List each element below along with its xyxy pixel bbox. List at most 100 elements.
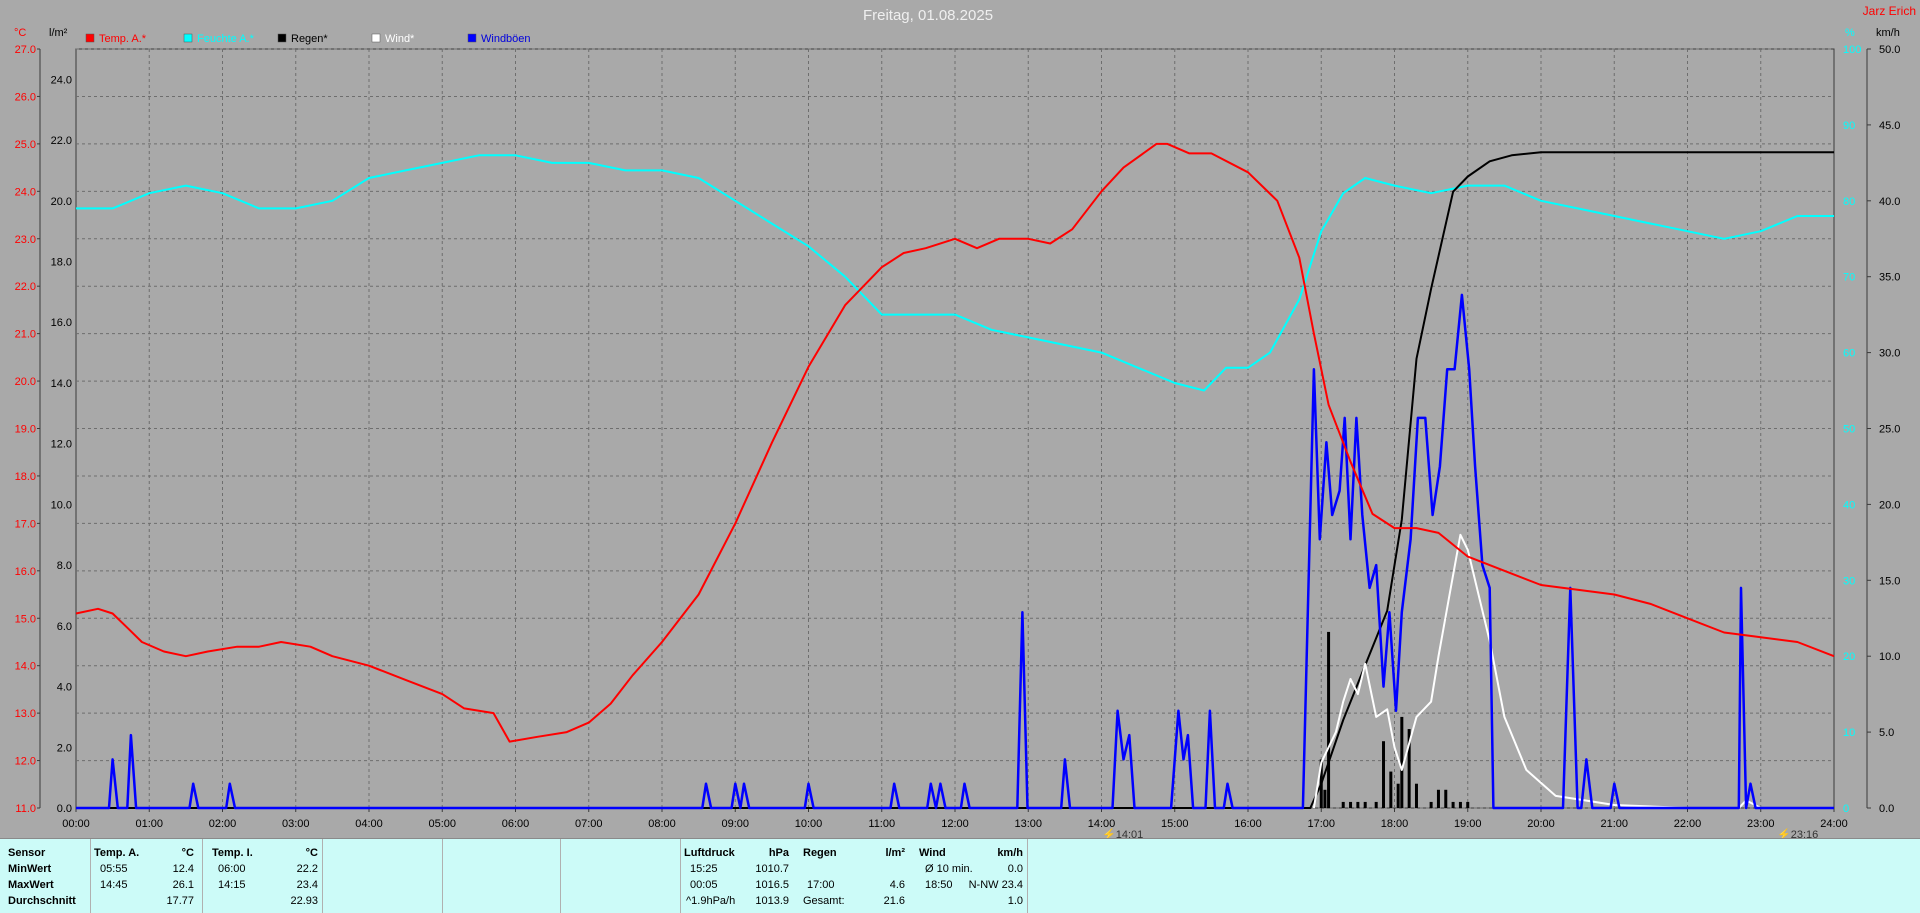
humidity-tick-label: 70 [1843,272,1855,284]
wind-tick-label: 35.0 [1879,272,1900,284]
wind-axis-unit: km/h [1876,27,1900,39]
rain-interval-bar [1389,771,1393,808]
wind-tick-label: 50.0 [1879,44,1900,56]
temp-i-unit: °C [305,847,318,859]
x-tick-label: 12:00 [941,818,969,830]
humidity-tick-label: 50 [1843,424,1855,436]
humidity-tick-label: 60 [1843,348,1855,360]
x-tick-label: 17:00 [1307,818,1335,830]
wind-tick-label: 10.0 [1879,651,1900,663]
temp-tick-label: 19.0 [15,424,36,436]
temp-i-max: 23.4 [296,879,318,891]
rain-tick-label: 8.0 [57,560,72,572]
x-tick-label: 00:00 [62,818,90,830]
legend-swatch [467,33,477,43]
stats-rain: Regen l/m² 17:00 4.6 Gesamt: 21.6 [797,839,910,913]
wind-avg10: 0.0 [1007,863,1023,875]
x-tick-label: 06:00 [502,818,530,830]
rain-interval-bar [1363,801,1367,808]
rain-tick-label: 6.0 [57,621,72,633]
rain-total-label: Gesamt: [803,895,845,907]
wind-tick-label: 30.0 [1879,348,1900,360]
rain-interval-bar [1382,741,1386,808]
rain-total: 21.6 [883,895,905,907]
temp-axis-unit: °C [14,27,26,39]
rain-tick-label: 20.0 [51,196,72,208]
statistics-panel: Sensor MinWert MaxWert Durchschnitt Temp… [0,838,1920,913]
rain-tick-label: 10.0 [51,499,72,511]
x-tick-label: 02:00 [209,818,237,830]
rain-interval-bar [1458,801,1462,808]
x-tick-label: 22:00 [1674,818,1702,830]
pressure-min: 1010.7 [755,863,789,875]
temp-tick-label: 27.0 [15,44,36,56]
x-tick-label: 23:00 [1747,818,1775,830]
stats-empty-2 [442,839,561,913]
temp-i-label: Temp. I. [212,847,253,859]
x-tick-label: 19:00 [1454,818,1482,830]
legend-label: Windböen [481,33,531,45]
chart-title: Freitag, 01.08.2025 [863,7,993,24]
row-label-max: MaxWert [8,879,54,891]
legend-swatch [85,33,95,43]
temp-tick-label: 18.0 [15,471,36,483]
marker-label-1: ⚡14:01 [1102,828,1143,838]
stats-temp-i: Temp. I. °C 06:00 22.2 14:15 23.4 22.93 [202,839,323,913]
stats-wind: Wind km/h Ø 10 min. 0.0 18:50 N-NW 23.4 … [909,839,1028,913]
rain-interval-bar [1323,789,1327,808]
rain-interval-bar [1374,801,1378,808]
rain-label: Regen [803,847,837,859]
pressure-trend: ^1.9hPa/h [686,895,736,907]
rain-tick-label: 16.0 [51,317,72,329]
x-tick-label: 09:00 [721,818,749,830]
rain-tick-label: 2.0 [57,742,72,754]
rain-tick-label: 22.0 [51,135,72,147]
wind-tick-label: 15.0 [1879,575,1900,587]
stats-empty-1 [322,839,443,913]
wind-tick-label: 45.0 [1879,120,1900,132]
x-tick-label: 18:00 [1381,818,1409,830]
rain-interval-bar [1444,789,1448,808]
temp-a-unit: °C [181,847,194,859]
wind-unit: km/h [997,847,1023,859]
temp-tick-label: 11.0 [15,803,36,815]
x-tick-label: 10:00 [795,818,823,830]
rain-interval-bar [1466,801,1470,808]
temp-tick-label: 23.0 [15,234,36,246]
humidity-axis-unit: % [1845,27,1855,39]
wind-tick-label: 5.0 [1879,727,1894,739]
pressure-unit: hPa [768,847,789,859]
temp-i-min-time: 06:00 [218,863,246,875]
x-tick-label: 07:00 [575,818,603,830]
pressure-label: Luftdruck [684,847,735,859]
temp-tick-label: 15.0 [15,613,36,625]
wind-tick-label: 0.0 [1879,803,1894,815]
rain-tick-label: 14.0 [51,378,72,390]
pressure-max: 1016.5 [755,879,789,891]
humidity-tick-label: 20 [1843,651,1855,663]
stats-sensor-col: Sensor MinWert MaxWert Durchschnitt [0,839,91,913]
rain-interval-bar [1356,801,1360,808]
rain-interval-bar [1349,801,1353,808]
legend-swatch [277,33,287,43]
x-tick-label: 16:00 [1234,818,1262,830]
pressure-max-time: 00:05 [690,879,718,891]
pressure-min-time: 15:25 [690,863,718,875]
temp-a-min: 12.4 [172,863,194,875]
legend-label: Regen* [291,33,328,45]
temp-a-label: Temp. A. [94,847,140,859]
flash-icon: ⚡ [1102,828,1116,838]
humidity-tick-label: 30 [1843,575,1855,587]
rain-max: 4.6 [889,879,905,891]
rain-unit: l/m² [885,847,905,859]
temp-a-avg: 17.77 [166,895,194,907]
humidity-tick-label: 0 [1843,803,1849,815]
legend-label: Feuchte A.* [197,33,255,45]
x-tick-label: 24:00 [1820,818,1848,830]
x-tick-label: 13:00 [1014,818,1042,830]
rain-interval-bar [1429,801,1433,808]
rain-axis-unit: l/m² [49,27,68,39]
temp-tick-label: 24.0 [15,186,36,198]
rain-tick-label: 24.0 [51,74,72,86]
temp-a-max-time: 14:45 [100,879,128,891]
